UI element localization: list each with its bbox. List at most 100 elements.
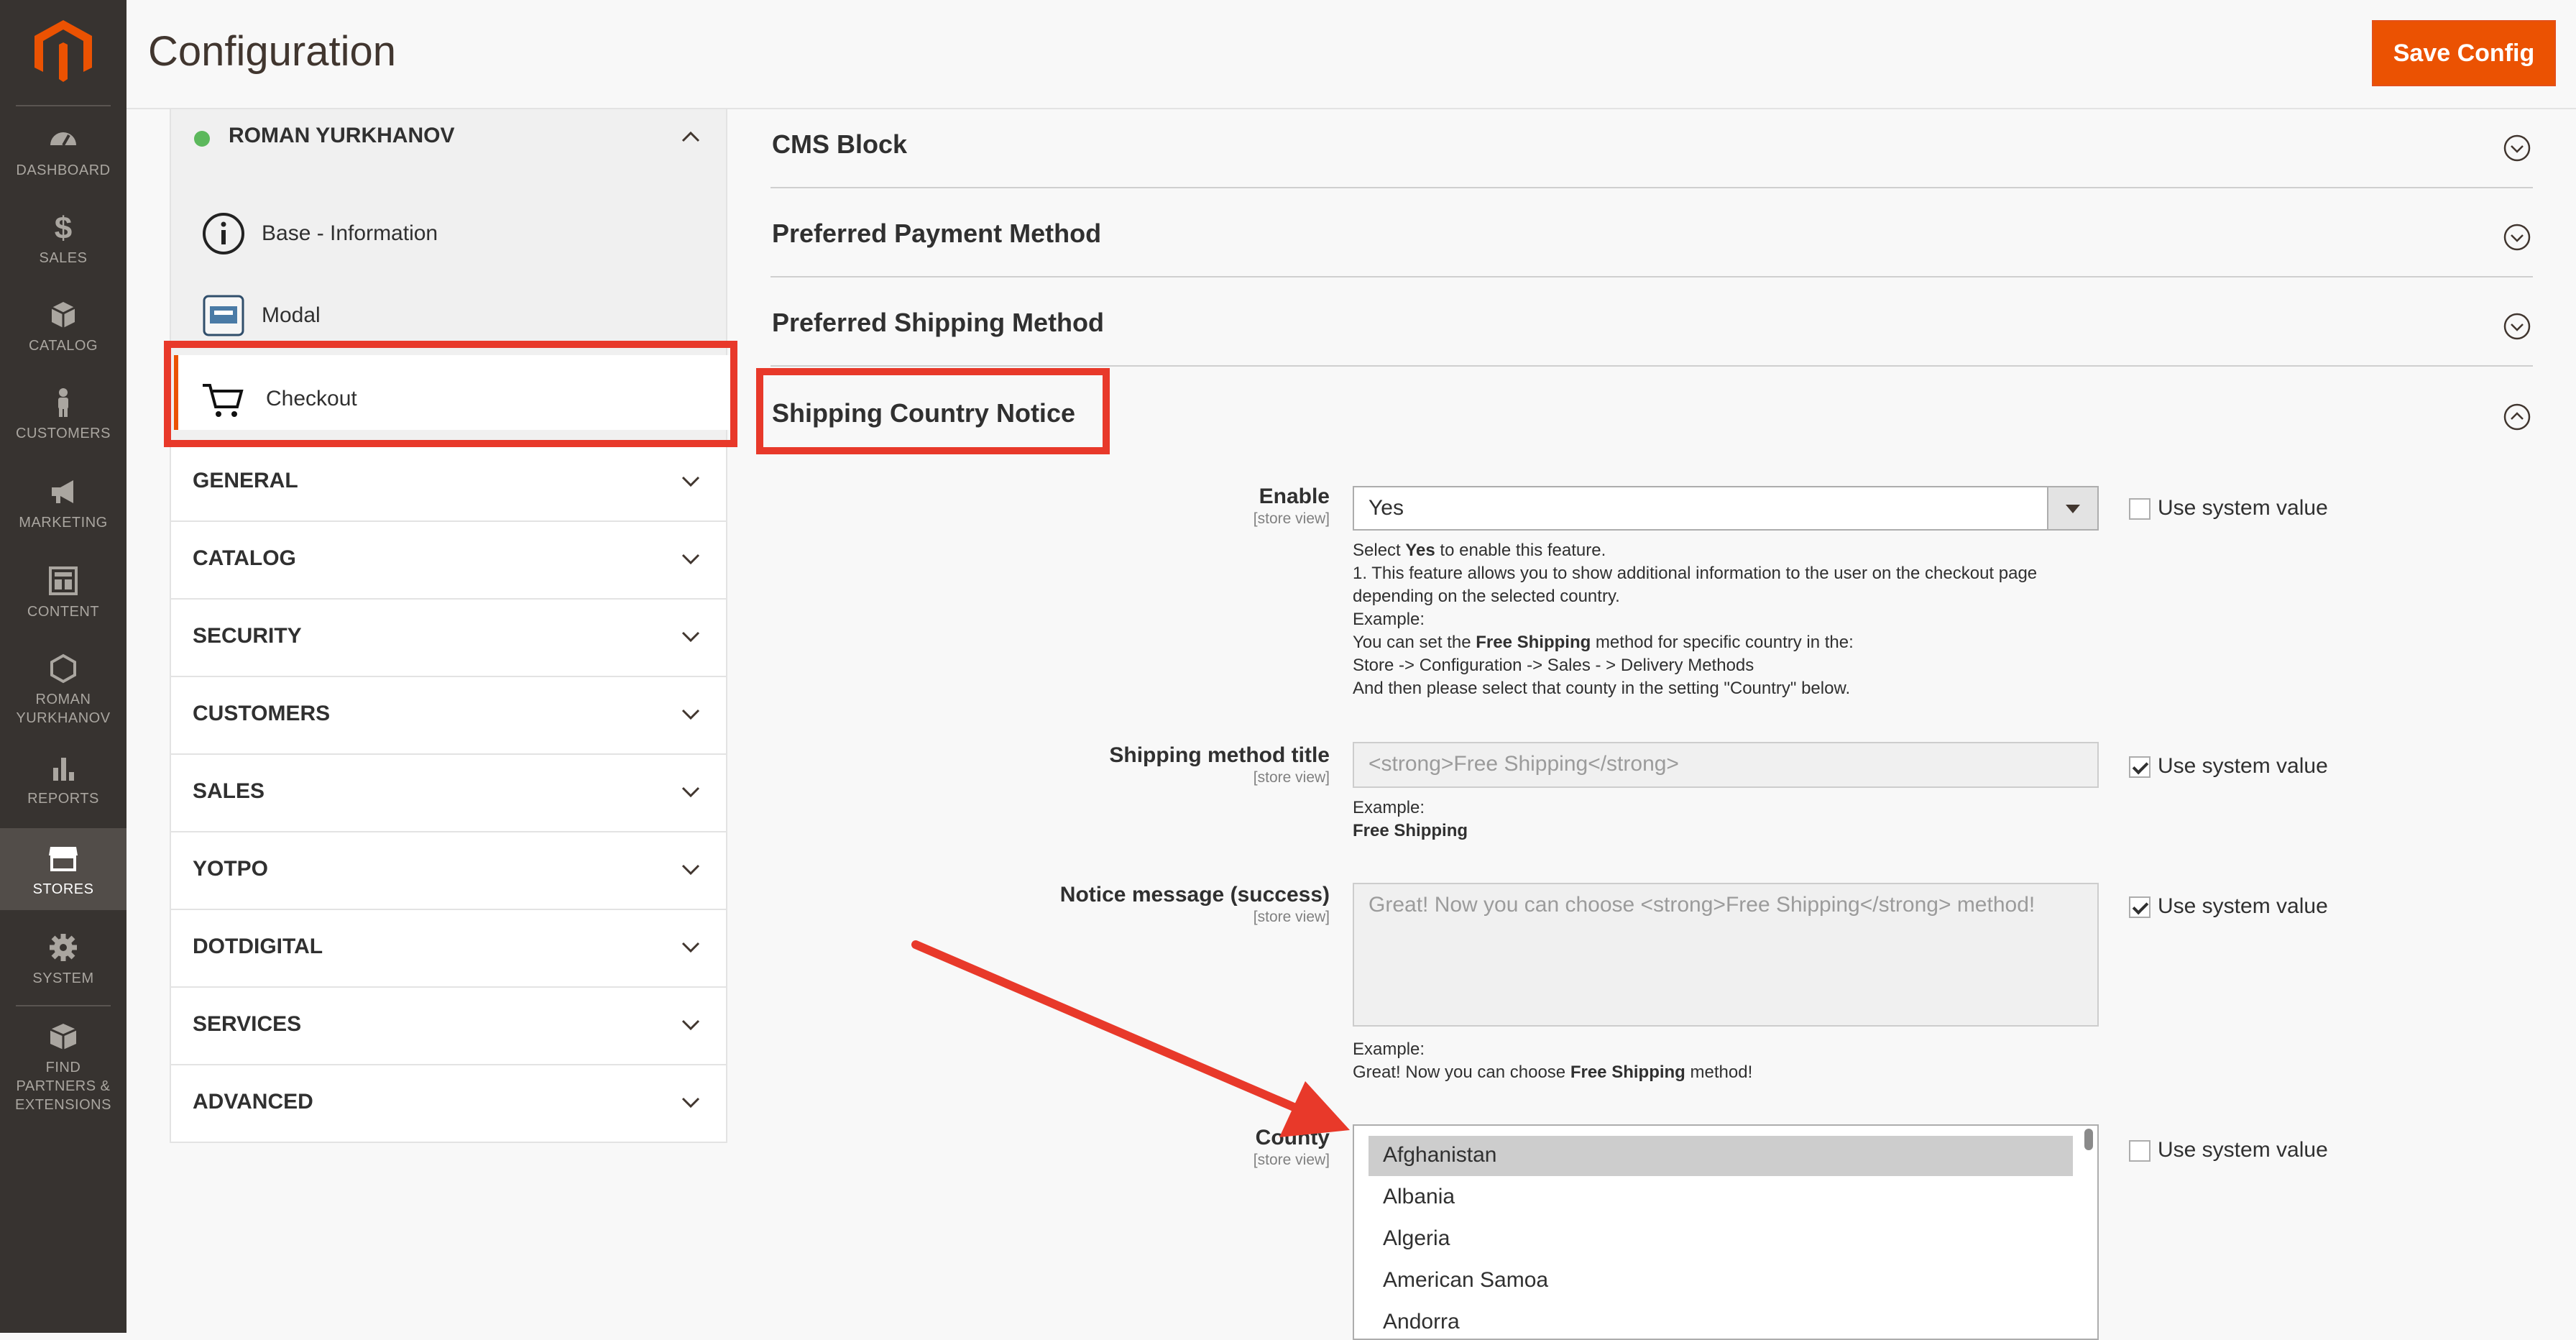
county-option[interactable]: Andorra [1368, 1303, 2073, 1339]
chevron-up-icon [681, 131, 700, 142]
nav-label: CONTENT [27, 604, 100, 620]
use-system-label: Use system value [2158, 1138, 2328, 1162]
county-option[interactable]: Albania [1368, 1178, 2073, 1218]
dashboard-icon [50, 132, 76, 146]
admin-sidebar: DASHBOARD $ SALES CATALOG CUSTOMERS MARK… [0, 0, 126, 1333]
tab-group-label: SERVICES [193, 1012, 302, 1036]
tab-group-yotpo[interactable]: YOTPO [170, 832, 727, 910]
box-icon [51, 302, 75, 328]
tab-group-label: DOTDIGITAL [193, 935, 323, 958]
tab-item-base-information[interactable]: Base - Information [174, 190, 727, 265]
tab-group-dotdigital[interactable]: DOTDIGITAL [170, 910, 727, 988]
section-preferred-shipping-method[interactable]: Preferred Shipping Method [770, 276, 2533, 367]
county-option[interactable]: Algeria [1368, 1219, 2073, 1259]
nav-catalog[interactable]: CATALOG [0, 299, 126, 367]
tab-group-sales[interactable]: SALES [170, 755, 727, 832]
info-icon [203, 213, 244, 254]
chevron-down-icon [681, 786, 700, 798]
shipping-title-note: Example: Free Shipping [1353, 798, 1468, 840]
chevron-down-icon [681, 631, 700, 643]
gear-icon [50, 934, 77, 961]
tab-group-advanced[interactable]: ADVANCED [170, 1065, 727, 1143]
tab-group-services[interactable]: SERVICES [170, 988, 727, 1065]
nav-label: SALES [39, 250, 88, 266]
tab-group-catalog[interactable]: CATALOG [170, 522, 727, 600]
hexagon-icon [50, 653, 76, 684]
use-system-label: Use system value [2158, 754, 2328, 778]
section-title: Preferred Payment Method [772, 219, 1102, 248]
tab-item-label: Base - Information [262, 221, 438, 245]
tab-group-label: GENERAL [193, 469, 298, 492]
circle-chevron-down-icon [2503, 134, 2531, 162]
section-title: Preferred Shipping Method [772, 308, 1105, 337]
county-option[interactable]: Afghanistan [1368, 1136, 2073, 1176]
notice-message-label: Notice message (success) [1059, 883, 1330, 907]
nav-find-partners[interactable]: FIND PARTNERS & EXTENSIONS [0, 1021, 126, 1114]
enable-label: Enable [1259, 485, 1330, 508]
dollar-icon: $ [55, 211, 72, 243]
magento-logo[interactable] [34, 20, 92, 83]
county-option[interactable]: American Samoa [1368, 1261, 2073, 1301]
nav-customers[interactable]: CUSTOMERS [0, 387, 126, 454]
page-title: Configuration [148, 28, 396, 75]
highlight-checkout-box [164, 341, 737, 447]
chevron-down-icon [681, 942, 700, 953]
enable-note: Select Yes to enable this feature. 1. Th… [1353, 541, 2038, 698]
shipping-method-title-input[interactable]: <strong>Free Shipping</strong> [1353, 742, 2099, 788]
circle-chevron-down-icon [2503, 224, 2531, 251]
county-use-system-checkbox[interactable] [2129, 1140, 2150, 1162]
enable-use-system-checkbox[interactable] [2129, 498, 2150, 520]
save-config-button[interactable]: Save Config [2372, 20, 2556, 86]
nav-label: FIND PARTNERS & EXTENSIONS [15, 1060, 111, 1113]
chevron-down-icon [681, 709, 700, 720]
nav-content[interactable]: CONTENT [0, 565, 126, 633]
chevron-down-icon [681, 554, 700, 565]
notice-note: Example: Great! Now you can choose Free … [1353, 1040, 1753, 1082]
window-icon [203, 295, 244, 336]
chevron-down-icon [681, 476, 700, 487]
nav-label: CUSTOMERS [16, 426, 111, 441]
nav-stores[interactable]: STORES [0, 828, 126, 910]
tab-group-label: SALES [193, 779, 265, 803]
chevron-down-icon [681, 1097, 700, 1109]
notice-use-system-checkbox[interactable] [2129, 896, 2150, 918]
enable-select-value: Yes [1368, 496, 1404, 520]
tab-item-modal[interactable]: Modal [174, 272, 727, 347]
nav-marketing[interactable]: MARKETING [0, 476, 126, 543]
megaphone-icon [52, 480, 73, 503]
nav-system[interactable]: SYSTEM [0, 932, 126, 999]
scope-label: [store view] [1253, 510, 1330, 527]
use-system-label: Use system value [2158, 894, 2328, 918]
red-arrow-annotation [911, 940, 1350, 1137]
store-icon [49, 847, 78, 871]
nav-dashboard[interactable]: DASHBOARD [0, 124, 126, 191]
county-multiselect[interactable]: Afghanistan Albania Algeria American Sam… [1353, 1124, 2099, 1340]
nav-sales[interactable]: $ SALES [0, 211, 126, 279]
section-preferred-payment-method[interactable]: Preferred Payment Method [770, 187, 2533, 277]
tab-group-customers[interactable]: CUSTOMERS [170, 677, 727, 755]
nav-label: STORES [32, 881, 94, 897]
shipping-method-title-label: Shipping method title [1109, 743, 1330, 767]
section-title: CMS Block [772, 129, 908, 159]
nav-roman-yurkhanov[interactable]: ROMAN YURKHANOV [0, 653, 126, 739]
person-icon [58, 388, 68, 417]
blocks-icon [50, 1024, 77, 1050]
scope-label: [store view] [1253, 1152, 1330, 1168]
section-cms-block[interactable]: CMS Block [770, 98, 2533, 188]
nav-reports[interactable]: REPORTS [0, 752, 126, 820]
svg-text:$: $ [55, 211, 72, 243]
tab-group-label: SECURITY [193, 624, 302, 648]
list-scrollbar[interactable] [2084, 1129, 2093, 1150]
tab-group-general[interactable]: GENERAL [170, 444, 727, 522]
bar-chart-icon [53, 758, 74, 781]
enable-select[interactable]: Yes [1353, 486, 2099, 531]
notice-message-textarea[interactable]: Great! Now you can choose <strong>Free S… [1353, 883, 2099, 1027]
tab-group-label: CUSTOMERS [193, 702, 331, 725]
tab-group-header[interactable]: ROMAN YURKHANOV [171, 109, 726, 167]
scope-label: [store view] [1253, 769, 1330, 786]
tab-group-security[interactable]: SECURITY [170, 600, 727, 677]
nav-label: SYSTEM [32, 970, 94, 986]
status-dot [194, 131, 210, 147]
tab-group-label: CATALOG [193, 546, 296, 570]
shipping-title-use-system-checkbox[interactable] [2129, 756, 2150, 778]
